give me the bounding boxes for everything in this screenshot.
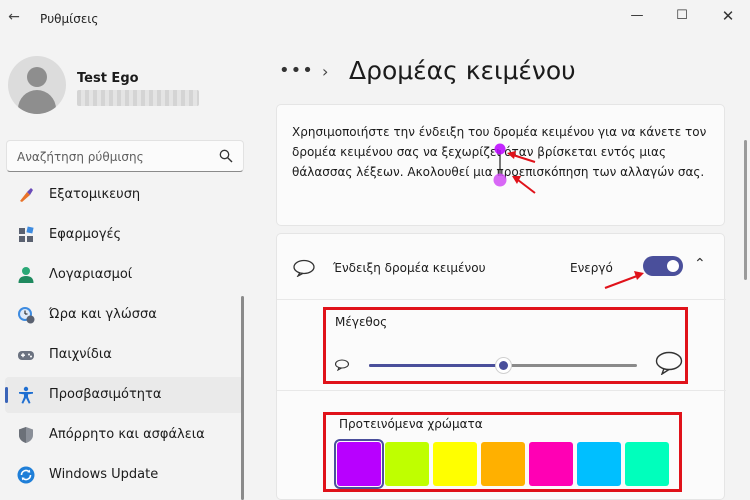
- annotation-overlay: [493, 143, 644, 290]
- annotation-arrow-bottom: [512, 176, 536, 194]
- annotation-arrow-toggle: [604, 271, 644, 290]
- text-cursor-preview: [493, 143, 507, 187]
- annotation-arrow-top: [507, 151, 536, 163]
